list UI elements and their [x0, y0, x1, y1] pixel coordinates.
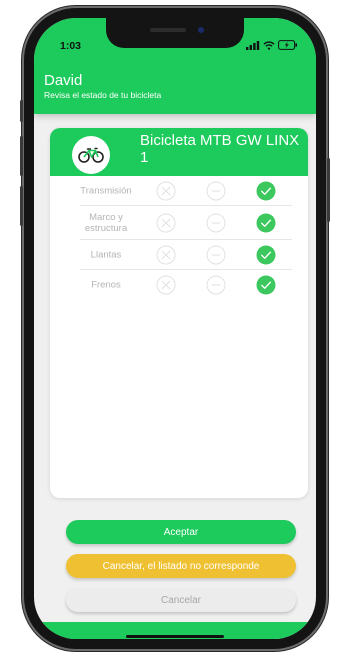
- ok-option-icon[interactable]: [256, 181, 276, 201]
- silent-switch: [20, 100, 23, 122]
- accept-button[interactable]: Aceptar: [66, 520, 296, 544]
- volume-down-button: [20, 186, 23, 226]
- battery-charging-icon: [278, 40, 297, 50]
- user-name: David: [44, 72, 83, 89]
- neutral-option-icon[interactable]: [206, 213, 226, 233]
- fail-option-icon[interactable]: [156, 245, 176, 265]
- row-label: Frenos: [91, 279, 121, 291]
- cancel-button[interactable]: Cancelar: [66, 588, 296, 612]
- row-label: Llantas: [90, 249, 122, 261]
- phone-frame: 1:03 David Revisa el estado de tu bicicl…: [20, 8, 330, 649]
- volume-up-button: [20, 136, 23, 176]
- ok-option-icon[interactable]: [256, 213, 276, 233]
- bicycle-icon: [78, 147, 104, 163]
- phone-notch: [106, 18, 244, 48]
- checklist-card: Bicicleta MTB GW LINX 1 Transmisión Marc…: [50, 128, 308, 498]
- fail-option-icon[interactable]: [156, 213, 176, 233]
- wifi-icon: [263, 40, 275, 50]
- home-indicator[interactable]: [126, 635, 224, 638]
- signal-icon: [246, 40, 260, 50]
- checklist-row-llantas: Llantas: [50, 240, 308, 270]
- card-header: Bicicleta MTB GW LINX 1: [50, 128, 308, 176]
- row-label: Marco y estructura: [84, 212, 128, 234]
- checklist-row-marco: Marco y estructura: [50, 206, 308, 240]
- front-camera: [198, 27, 204, 33]
- checklist: Transmisión Marco y estructura Llantas F…: [50, 176, 308, 300]
- fail-option-icon[interactable]: [156, 275, 176, 295]
- fail-option-icon[interactable]: [156, 181, 176, 201]
- bike-avatar: [72, 136, 110, 174]
- power-button: [327, 158, 330, 222]
- neutral-option-icon[interactable]: [206, 245, 226, 265]
- report-mismatch-button[interactable]: Cancelar, el listado no corresponde: [66, 554, 296, 578]
- ok-option-icon[interactable]: [256, 275, 276, 295]
- row-label: Transmisión: [80, 185, 132, 197]
- status-icons: [246, 40, 298, 50]
- checklist-row-frenos: Frenos: [50, 270, 308, 300]
- speaker-grille: [150, 28, 186, 32]
- header-subtitle: Revisa el estado de tu bicicleta: [44, 90, 162, 100]
- status-time: 1:03: [60, 40, 82, 52]
- neutral-option-icon[interactable]: [206, 275, 226, 295]
- bike-name: Bicicleta MTB GW LINX 1: [140, 132, 300, 166]
- checklist-row-transmision: Transmisión: [50, 176, 308, 206]
- app-screen: 1:03 David Revisa el estado de tu bicicl…: [34, 18, 316, 639]
- ok-option-icon[interactable]: [256, 245, 276, 265]
- neutral-option-icon[interactable]: [206, 181, 226, 201]
